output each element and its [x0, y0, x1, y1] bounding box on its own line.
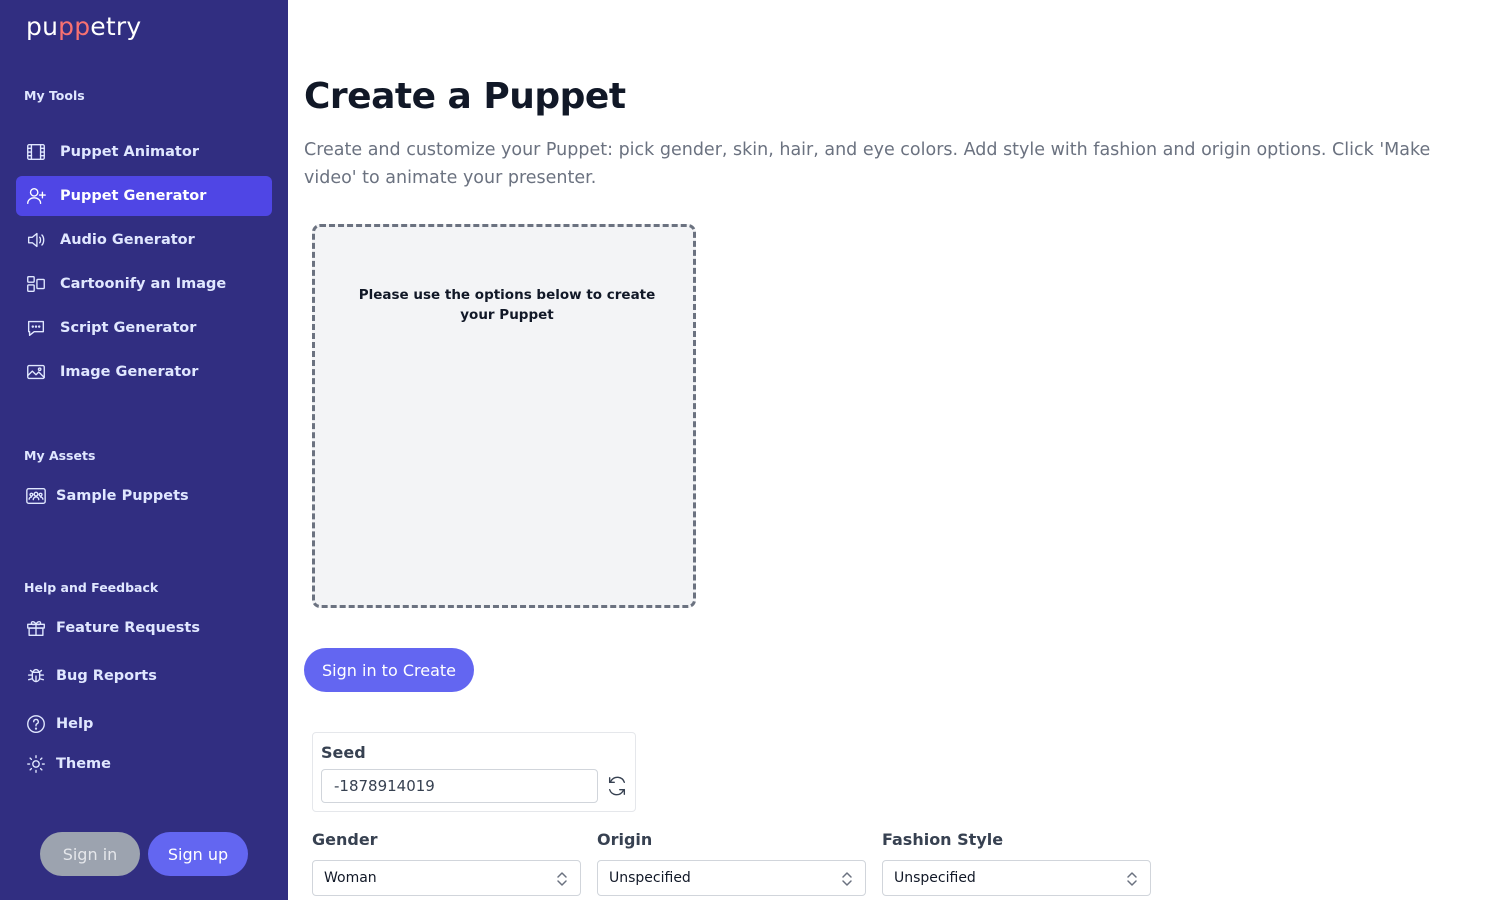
origin-label: Origin	[597, 830, 653, 849]
sidebar-item-audio-generator[interactable]: Audio Generator	[16, 220, 272, 260]
fashion-style-label: Fashion Style	[882, 830, 1004, 849]
gender-select[interactable]: Woman	[312, 860, 581, 896]
sidebar-item-puppet-animator[interactable]: Puppet Animator	[16, 132, 272, 172]
gender-select-value: Woman	[324, 870, 377, 886]
puppet-preview-area: Please use the options below to create y…	[312, 224, 696, 608]
sidebar-item-label: Feature Requests	[56, 620, 200, 636]
sidebar-item-theme[interactable]: Theme	[16, 744, 272, 784]
sun-icon	[24, 752, 48, 776]
layout-icon	[24, 272, 48, 296]
sidebar-item-label: Script Generator	[60, 320, 197, 336]
chevron-up-down-icon	[554, 870, 570, 888]
speaker-icon	[24, 228, 48, 252]
sidebar-item-label: Audio Generator	[60, 232, 195, 248]
sidebar-item-label: Puppet Generator	[60, 188, 207, 204]
question-icon	[24, 712, 48, 736]
logo-text-accent: pp	[58, 12, 91, 41]
gift-icon	[24, 616, 48, 640]
puppetry-logo[interactable]: puppetry	[26, 12, 141, 41]
fashion-style-select[interactable]: Unspecified	[882, 860, 1151, 896]
page-title: Create a Puppet	[304, 76, 626, 117]
section-title-help-and-feedback: Help and Feedback	[24, 580, 159, 595]
user-plus-icon	[24, 184, 48, 208]
chevron-up-down-icon	[1124, 870, 1140, 888]
logo-text-end: etry	[90, 12, 142, 41]
sidebar-item-help[interactable]: Help	[16, 704, 272, 744]
sidebar-item-label: Puppet Animator	[60, 144, 199, 160]
sign-up-button[interactable]: Sign up	[148, 832, 248, 876]
sidebar-item-label: Theme	[56, 756, 111, 772]
gender-label: Gender	[312, 830, 378, 849]
fashion-style-select-value: Unspecified	[894, 870, 976, 886]
seed-label: Seed	[321, 743, 366, 762]
sidebar-item-feature-requests[interactable]: Feature Requests	[16, 608, 272, 648]
refresh-icon[interactable]	[606, 775, 628, 797]
chevron-up-down-icon	[839, 870, 855, 888]
sidebar-item-script-generator[interactable]: Script Generator	[16, 308, 272, 348]
bug-icon	[24, 664, 48, 688]
sidebar-item-sample-puppets[interactable]: Sample Puppets	[16, 476, 272, 516]
sidebar-item-label: Help	[56, 716, 94, 732]
sidebar-item-bug-reports[interactable]: Bug Reports	[16, 656, 272, 696]
sidebar-item-label: Cartoonify an Image	[60, 276, 227, 292]
sidebar-item-label: Bug Reports	[56, 668, 157, 684]
sign-in-button[interactable]: Sign in	[40, 832, 140, 876]
group-icon	[24, 484, 48, 508]
section-title-my-assets: My Assets	[24, 448, 96, 463]
chat-bubble-icon	[24, 316, 48, 340]
sidebar-item-cartoonify-an-image[interactable]: Cartoonify an Image	[16, 264, 272, 304]
film-icon	[24, 140, 48, 164]
seed-input[interactable]	[321, 769, 598, 803]
photo-icon	[24, 360, 48, 384]
sidebar: puppetry My Tools Puppet Animator Puppet…	[0, 0, 288, 900]
sidebar-item-label: Sample Puppets	[56, 488, 189, 504]
origin-select-value: Unspecified	[609, 870, 691, 886]
origin-select[interactable]: Unspecified	[597, 860, 866, 896]
preview-placeholder-text: Please use the options below to create y…	[358, 287, 656, 323]
sidebar-item-image-generator[interactable]: Image Generator	[16, 352, 272, 392]
section-title-my-tools: My Tools	[24, 88, 85, 103]
sign-in-to-create-button[interactable]: Sign in to Create	[304, 648, 474, 692]
page-description: Create and customize your Puppet: pick g…	[304, 140, 1431, 188]
seed-panel: Seed	[312, 732, 636, 812]
logo-text-start: pu	[26, 12, 59, 41]
sidebar-item-puppet-generator[interactable]: Puppet Generator	[16, 176, 272, 216]
sidebar-item-label: Image Generator	[60, 364, 199, 380]
